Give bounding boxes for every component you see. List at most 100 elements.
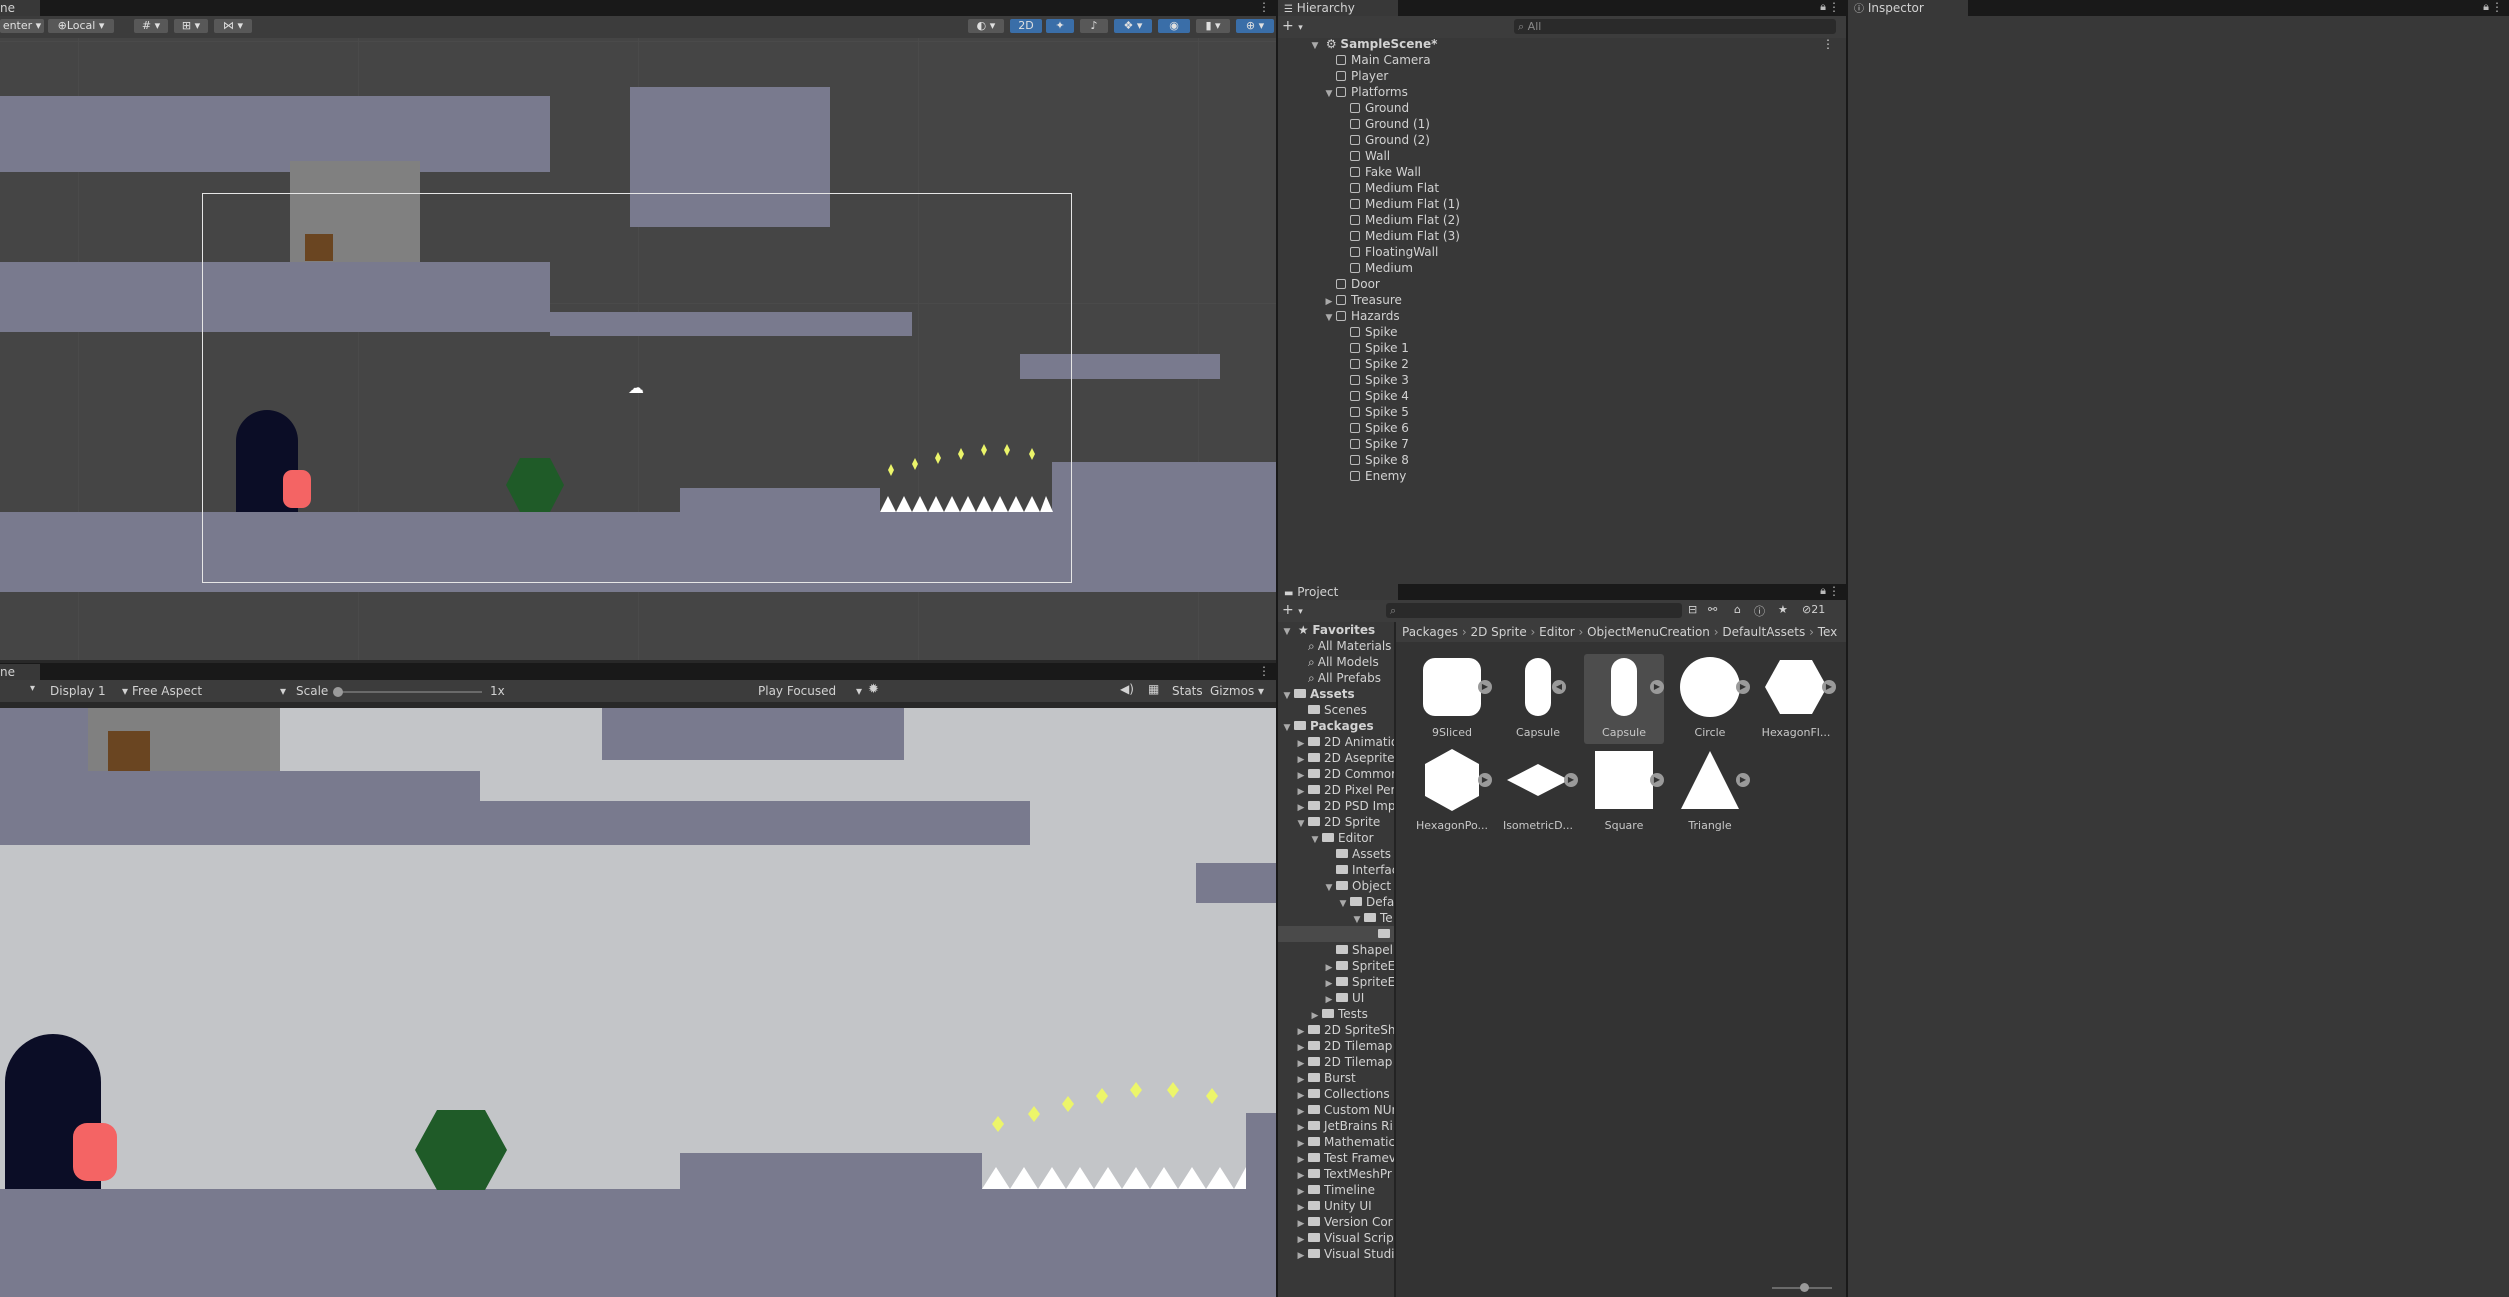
- fold-arrow-icon[interactable]: ▶: [1296, 1200, 1306, 1214]
- hierarchy-item[interactable]: Spike 6: [1278, 420, 1846, 436]
- fold-arrow-icon[interactable]: ▶: [1296, 784, 1306, 798]
- inspector-lock-icon[interactable]: 🔒︎: [2483, 0, 2489, 14]
- fold-arrow-icon[interactable]: ▶: [1296, 800, 1306, 814]
- hierarchy-item[interactable]: Enemy: [1278, 468, 1846, 484]
- breadcrumb-item[interactable]: Editor: [1539, 625, 1575, 639]
- hierarchy-item[interactable]: Ground (1): [1278, 116, 1846, 132]
- hierarchy-item[interactable]: Medium: [1278, 260, 1846, 276]
- project-folder[interactable]: ▶ Visual Studi: [1278, 1246, 1394, 1262]
- tab-game[interactable]: ne: [0, 664, 40, 680]
- project-folder[interactable]: ▶ Timeline: [1278, 1182, 1394, 1198]
- project-folder[interactable]: Shapel: [1278, 942, 1394, 958]
- gizmos-dropdown[interactable]: Gizmos ▾: [1210, 683, 1272, 699]
- audio-toggle-button[interactable]: ♪: [1080, 19, 1108, 33]
- hierarchy-item[interactable]: FloatingWall: [1278, 244, 1846, 260]
- keyboard-icon[interactable]: ▦: [1148, 682, 1159, 696]
- fold-arrow-icon[interactable]: ▶: [1296, 1056, 1306, 1070]
- project-folder[interactable]: ▶ 2D Animatio: [1278, 734, 1394, 750]
- asset-tile[interactable]: ▶ HexagonPo...: [1412, 747, 1492, 837]
- project-search-field[interactable]: ⌕: [1386, 603, 1682, 618]
- hierarchy-item[interactable]: Main Camera: [1278, 52, 1846, 68]
- visibility-toggle-button[interactable]: ◉: [1158, 19, 1190, 33]
- project-add-button[interactable]: + ▾: [1282, 602, 1310, 618]
- hidden-packages-icon[interactable]: ⊘21: [1802, 603, 1825, 616]
- info-icon[interactable]: ⓘ: [1754, 603, 1765, 619]
- project-folder[interactable]: ▶ Burst: [1278, 1070, 1394, 1086]
- expand-asset-icon[interactable]: ▶: [1822, 680, 1836, 694]
- project-folder[interactable]: Assets: [1278, 846, 1394, 862]
- effects-button[interactable]: ❖ ▾: [1114, 19, 1152, 33]
- fold-arrow-icon[interactable]: ▶: [1324, 960, 1334, 974]
- tag-icon[interactable]: ⌂: [1734, 603, 1741, 616]
- project-folder[interactable]: ▶ Version Cor: [1278, 1214, 1394, 1230]
- expand-asset-icon[interactable]: ▶: [1478, 680, 1492, 694]
- project-folder[interactable]: ▶ Collections: [1278, 1086, 1394, 1102]
- project-folder[interactable]: ▶ SpriteE: [1278, 958, 1394, 974]
- hierarchy-item[interactable]: Spike 7: [1278, 436, 1846, 452]
- search-by-label-icon[interactable]: ⚯: [1708, 603, 1717, 616]
- fold-arrow-icon[interactable]: ▶: [1296, 1232, 1306, 1246]
- favorites-item[interactable]: ⌕ All Materials: [1278, 638, 1394, 654]
- asset-tile[interactable]: ▶ Circle: [1670, 654, 1750, 744]
- fold-arrow-icon[interactable]: ▶: [1324, 976, 1334, 990]
- search-by-type-icon[interactable]: ⊟: [1688, 603, 1697, 616]
- lighting-toggle-button[interactable]: ✦: [1046, 19, 1074, 33]
- asset-tile[interactable]: ◀ Capsule: [1498, 654, 1578, 744]
- hierarchy-lock-icon[interactable]: 🔒︎: [1820, 0, 1826, 14]
- project-folder[interactable]: ▶ Test Framev: [1278, 1150, 1394, 1166]
- asset-tile[interactable]: ▶ 9Sliced: [1412, 654, 1492, 744]
- hierarchy-item[interactable]: ▼ Hazards: [1278, 308, 1846, 324]
- project-folder[interactable]: [1278, 926, 1394, 942]
- expand-asset-icon[interactable]: ▶: [1478, 773, 1492, 787]
- right-wall-scene[interactable]: [1052, 462, 1276, 522]
- scene-more-options-icon[interactable]: ⋮: [1822, 36, 1834, 52]
- hierarchy-item[interactable]: Spike 1: [1278, 340, 1846, 356]
- project-more-icon[interactable]: ⋮: [1828, 584, 1840, 598]
- project-folder[interactable]: ▶ 2D PSD Imp: [1278, 798, 1394, 814]
- project-root-folder[interactable]: ▼ Assets: [1278, 686, 1394, 702]
- gizmos-scene-button[interactable]: ⊕ ▾: [1236, 19, 1274, 33]
- platform-top-left[interactable]: [0, 96, 550, 172]
- fold-arrow-icon[interactable]: ▼: [1310, 832, 1320, 846]
- hierarchy-item[interactable]: Spike 8: [1278, 452, 1846, 468]
- tab-hierarchy[interactable]: ☰ Hierarchy: [1278, 0, 1398, 16]
- hierarchy-item[interactable]: Medium Flat: [1278, 180, 1846, 196]
- fold-arrow-icon[interactable]: ▼: [1324, 880, 1334, 894]
- zoom-slider-thumb[interactable]: [1800, 1283, 1809, 1292]
- project-folder[interactable]: ▶ Custom NUr: [1278, 1102, 1394, 1118]
- fold-arrow-icon[interactable]: ▶: [1296, 752, 1306, 766]
- hierarchy-item[interactable]: Spike 3: [1278, 372, 1846, 388]
- hierarchy-item[interactable]: Ground: [1278, 100, 1846, 116]
- project-folder[interactable]: ▼ Object: [1278, 878, 1394, 894]
- space-dropdown[interactable]: ⊕Local ▾: [48, 19, 114, 33]
- project-folder[interactable]: ▶ Tests: [1278, 1006, 1394, 1022]
- align-button[interactable]: ⋈ ▾: [214, 19, 252, 33]
- fold-arrow-icon[interactable]: ▼: [1282, 624, 1292, 638]
- fold-arrow-icon[interactable]: ▼: [1282, 720, 1292, 734]
- hierarchy-item[interactable]: ▼ Platforms: [1278, 84, 1846, 100]
- hierarchy-search-field[interactable]: ⌕ All: [1514, 19, 1836, 34]
- pivot-dropdown[interactable]: enter ▾: [0, 19, 44, 33]
- project-folder[interactable]: ▶ SpriteE: [1278, 974, 1394, 990]
- fold-arrow-icon[interactable]: ▶: [1296, 1024, 1306, 1038]
- project-lock-icon[interactable]: 🔒︎: [1820, 584, 1826, 598]
- tab-scene[interactable]: ne: [0, 0, 40, 16]
- fold-arrow-icon[interactable]: ▶: [1296, 1088, 1306, 1102]
- fold-arrow-icon[interactable]: ▶: [1296, 1104, 1306, 1118]
- hierarchy-scene-row[interactable]: ▼ ⚙ SampleScene* ⋮: [1278, 36, 1846, 52]
- fold-arrow-icon[interactable]: ▶: [1296, 1136, 1306, 1150]
- asset-tile[interactable]: ▶ Capsule: [1584, 654, 1664, 744]
- fold-arrow-icon[interactable]: ▶: [1296, 1168, 1306, 1182]
- fold-arrow-icon[interactable]: ▶: [1296, 1216, 1306, 1230]
- project-root-folder[interactable]: ▼ Packages: [1278, 718, 1394, 734]
- fold-arrow-icon[interactable]: ▶: [1296, 1120, 1306, 1134]
- 2d-toggle-button[interactable]: 2D: [1010, 19, 1042, 33]
- project-folder[interactable]: ▶ 2D Pixel Per: [1278, 782, 1394, 798]
- expand-asset-icon[interactable]: ▶: [1736, 680, 1750, 694]
- favorites-item[interactable]: ⌕ All Prefabs: [1278, 670, 1394, 686]
- fold-arrow-icon[interactable]: ▼: [1352, 912, 1362, 926]
- expand-asset-icon[interactable]: ◀: [1552, 680, 1566, 694]
- scene-more-icon[interactable]: ⋮: [1258, 0, 1270, 14]
- project-folder[interactable]: ▶ TextMeshPr: [1278, 1166, 1394, 1182]
- star-icon[interactable]: ★: [1778, 603, 1788, 616]
